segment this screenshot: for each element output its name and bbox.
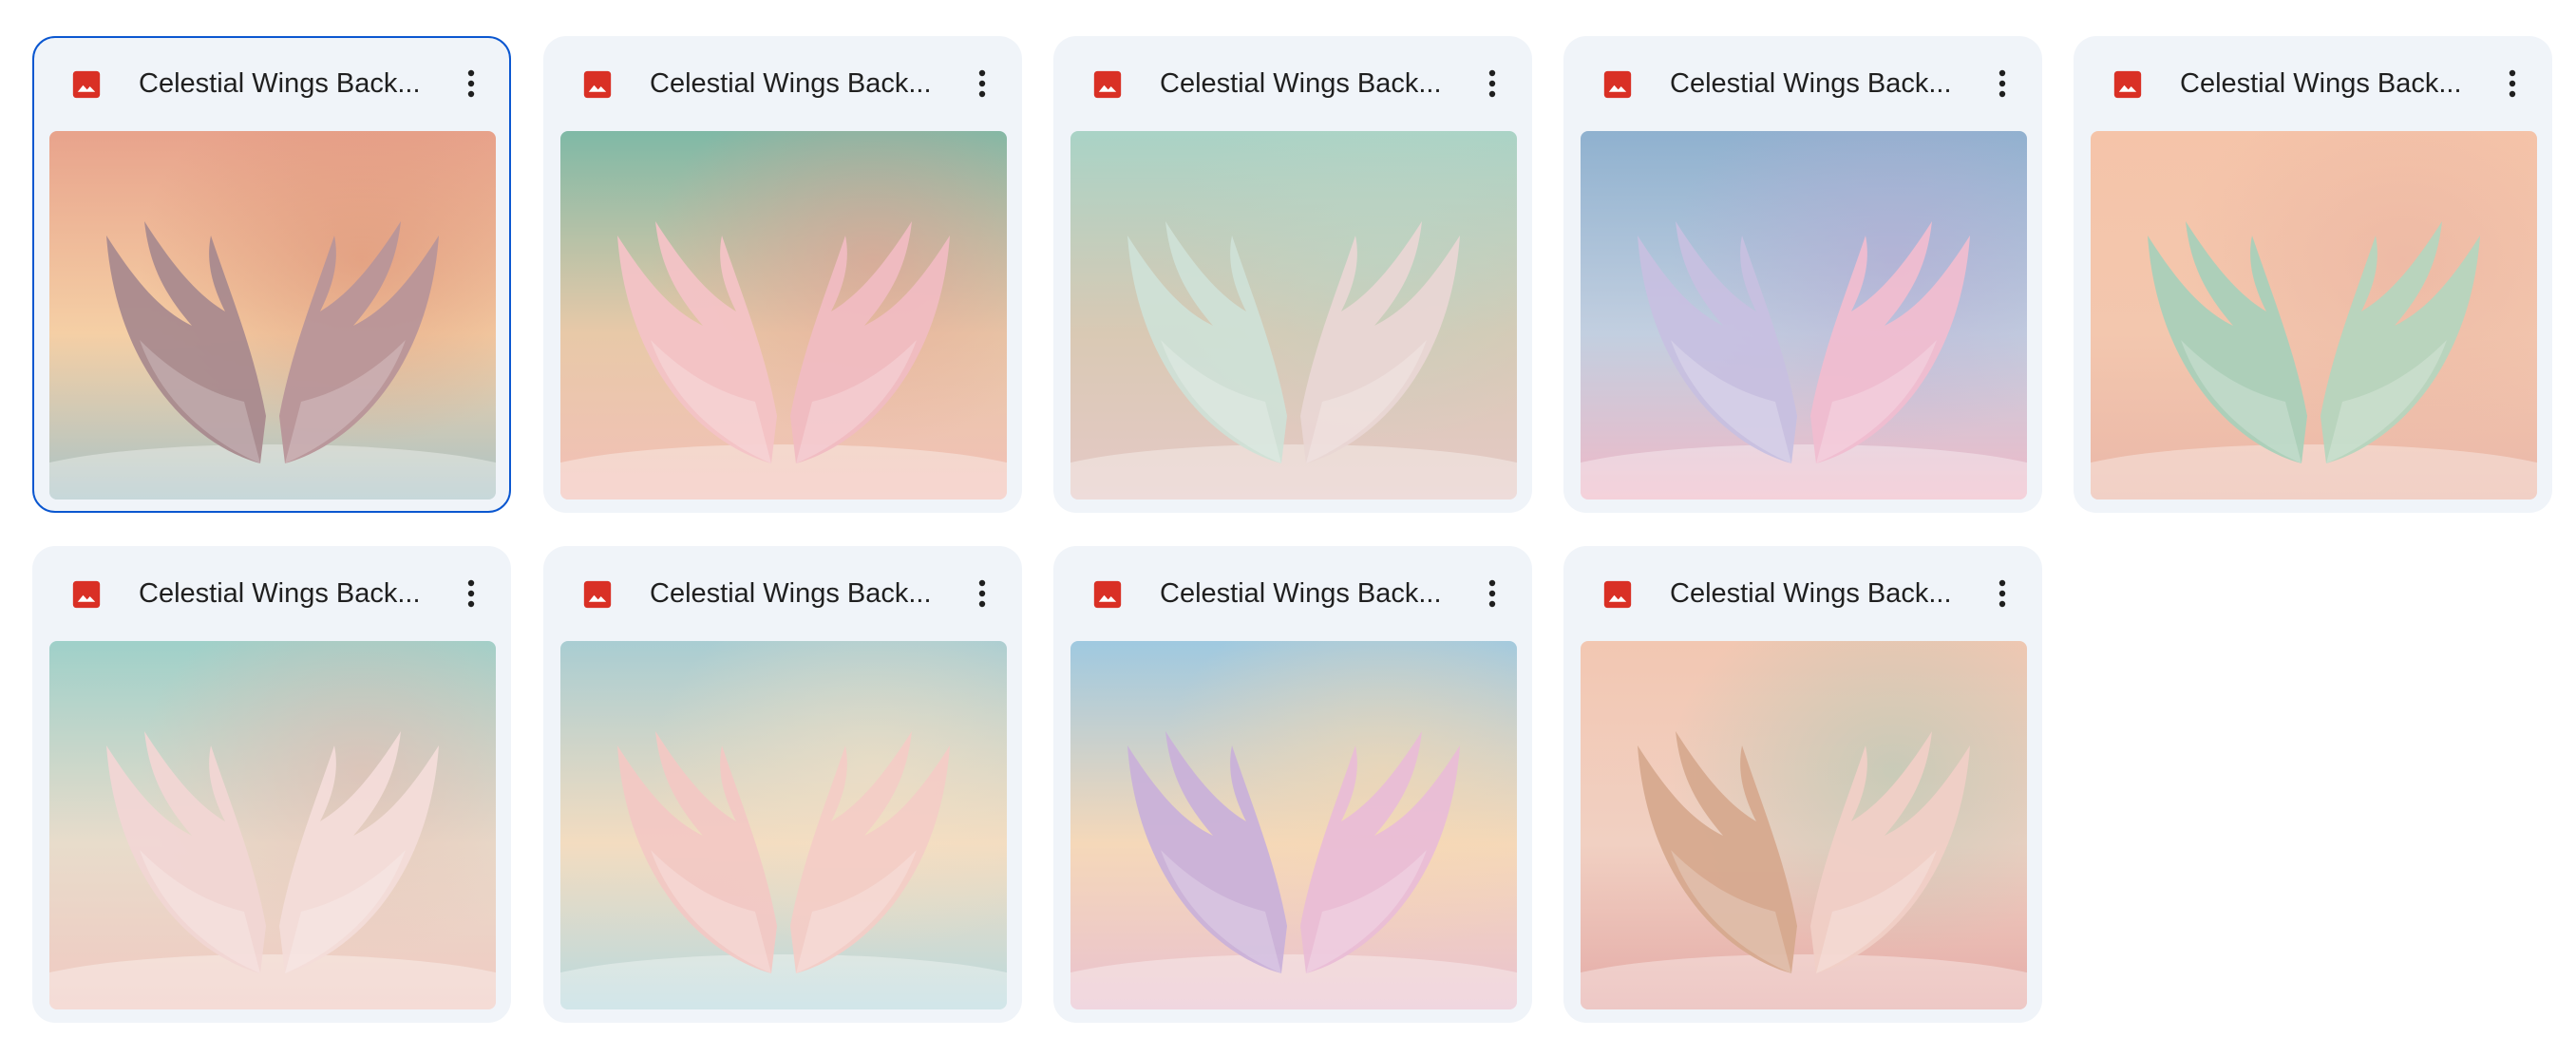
file-name: Celestial Wings Back... — [139, 578, 421, 609]
file-card[interactable]: Celestial Wings Back... — [543, 546, 1022, 1023]
file-thumbnail[interactable] — [1581, 131, 2027, 500]
file-name: Celestial Wings Back... — [1670, 68, 1952, 99]
more-vertical-icon — [467, 579, 475, 608]
file-thumbnail[interactable] — [49, 641, 496, 1009]
image-file-icon — [1091, 578, 1124, 611]
file-thumbnail[interactable] — [1070, 641, 1517, 1009]
more-actions-button[interactable] — [2490, 61, 2535, 106]
file-name: Celestial Wings Back... — [1160, 578, 1442, 609]
image-file-icon — [581, 578, 614, 611]
more-actions-button[interactable] — [959, 571, 1005, 616]
more-actions-button[interactable] — [1979, 61, 2025, 106]
file-card[interactable]: Celestial Wings Back... — [1053, 36, 1532, 513]
file-name: Celestial Wings Back... — [1160, 68, 1442, 99]
more-vertical-icon — [467, 69, 475, 98]
file-card[interactable]: Celestial Wings Back... — [543, 36, 1022, 513]
file-card-header: Celestial Wings Back... — [1565, 548, 2040, 641]
file-thumbnail[interactable] — [1581, 641, 2027, 1009]
file-thumbnail[interactable] — [1070, 131, 1517, 500]
file-card-header: Celestial Wings Back... — [1055, 548, 1530, 641]
file-thumbnail[interactable] — [560, 641, 1007, 1009]
file-name: Celestial Wings Back... — [1670, 578, 1952, 609]
file-card-header: Celestial Wings Back... — [1565, 38, 2040, 131]
image-file-icon — [1091, 68, 1124, 101]
more-actions-button[interactable] — [448, 61, 494, 106]
image-file-icon — [2112, 68, 2144, 101]
more-vertical-icon — [1488, 579, 1496, 608]
image-file-icon — [70, 68, 103, 101]
file-card-header: Celestial Wings Back... — [545, 38, 1020, 131]
file-name: Celestial Wings Back... — [650, 578, 932, 609]
file-thumbnail[interactable] — [49, 131, 496, 500]
image-file-icon — [1601, 68, 1634, 101]
file-card[interactable]: Celestial Wings Back... — [1053, 546, 1532, 1023]
more-actions-button[interactable] — [959, 61, 1005, 106]
more-actions-button[interactable] — [1469, 61, 1515, 106]
more-actions-button[interactable] — [448, 571, 494, 616]
file-name: Celestial Wings Back... — [2180, 68, 2462, 99]
file-name: Celestial Wings Back... — [650, 68, 932, 99]
more-vertical-icon — [978, 579, 986, 608]
more-actions-button[interactable] — [1979, 571, 2025, 616]
file-card-header: Celestial Wings Back... — [545, 548, 1020, 641]
file-card[interactable]: Celestial Wings Back... — [32, 546, 511, 1023]
more-vertical-icon — [978, 69, 986, 98]
file-thumbnail[interactable] — [560, 131, 1007, 500]
file-name: Celestial Wings Back... — [139, 68, 421, 99]
more-vertical-icon — [2509, 69, 2516, 98]
file-card-header: Celestial Wings Back... — [34, 38, 509, 131]
file-card[interactable]: Celestial Wings Back... — [2074, 36, 2552, 513]
file-card[interactable]: Celestial Wings Back... — [1563, 36, 2042, 513]
image-file-icon — [581, 68, 614, 101]
file-thumbnail[interactable] — [2091, 131, 2537, 500]
file-card-header: Celestial Wings Back... — [2075, 38, 2550, 131]
file-card[interactable]: Celestial Wings Back... — [1563, 546, 2042, 1023]
file-card-header: Celestial Wings Back... — [34, 548, 509, 641]
more-actions-button[interactable] — [1469, 571, 1515, 616]
image-file-icon — [1601, 578, 1634, 611]
file-card-header: Celestial Wings Back... — [1055, 38, 1530, 131]
file-grid: Celestial Wings Back... Celestial Wings B… — [0, 0, 2576, 1056]
image-file-icon — [70, 578, 103, 611]
more-vertical-icon — [1998, 69, 2006, 98]
file-card[interactable]: Celestial Wings Back... — [32, 36, 511, 513]
more-vertical-icon — [1488, 69, 1496, 98]
more-vertical-icon — [1998, 579, 2006, 608]
